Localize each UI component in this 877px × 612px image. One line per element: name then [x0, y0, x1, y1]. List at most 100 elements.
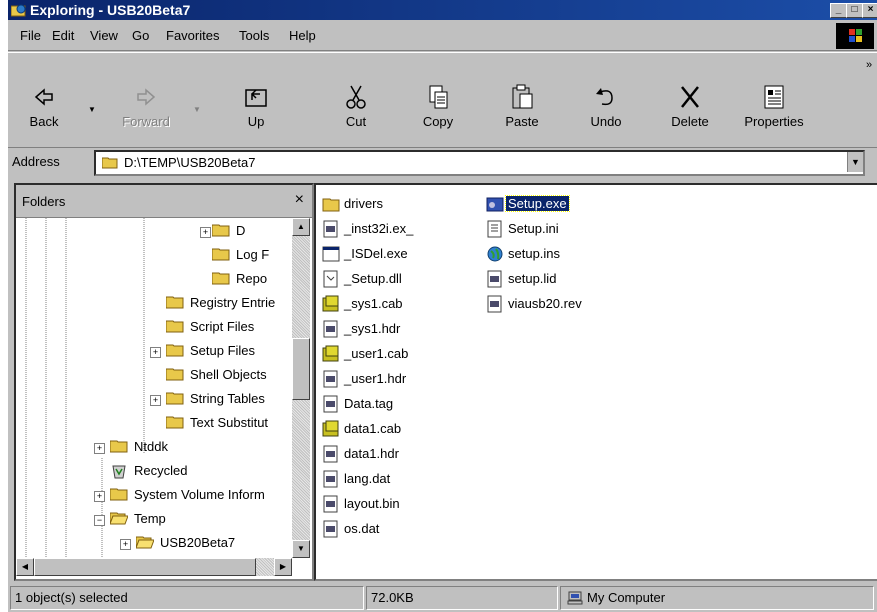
file-name: data1.cab	[344, 421, 402, 436]
paste-icon	[512, 84, 533, 109]
tree-label: Repo	[236, 271, 268, 286]
scroll-down-icon[interactable]: ▼	[292, 540, 310, 558]
status-location: My Computer	[560, 586, 874, 610]
file-name: _sys1.hdr	[344, 321, 401, 336]
undo-label: Undo	[590, 114, 622, 129]
properties-button[interactable]: Properties	[736, 81, 812, 139]
file-name: _inst32i.ex_	[344, 221, 414, 236]
status-selection: 1 object(s) selected	[10, 586, 364, 610]
tree-label: Ntddk	[134, 439, 168, 454]
explorer-icon	[11, 4, 26, 17]
back-dropdown-icon[interactable]: ▼	[88, 105, 96, 114]
window-title: Exploring - USB20Beta7	[30, 2, 191, 18]
file-name: data1.hdr	[344, 446, 399, 461]
my-computer-icon	[567, 591, 583, 605]
scissors-icon	[346, 85, 366, 109]
expand-toggle[interactable]: +	[150, 395, 161, 406]
folder-icon	[166, 344, 184, 357]
collapse-toggle[interactable]: −	[94, 515, 105, 526]
scroll-up-icon[interactable]: ▲	[292, 218, 310, 236]
scroll-thumb[interactable]	[292, 338, 310, 400]
menu-file[interactable]: File	[20, 28, 41, 43]
tree-label: Log F	[236, 247, 270, 262]
up-folder-icon	[245, 89, 267, 107]
tree-lines	[25, 218, 145, 558]
maximize-button[interactable]: □	[846, 3, 863, 18]
expand-toggle[interactable]: +	[200, 227, 211, 238]
address-value: D:\TEMP\USB20Beta7	[124, 155, 256, 170]
tree-label: Recycled	[134, 463, 188, 478]
menu-help[interactable]: Help	[289, 28, 316, 43]
title-bar[interactable]: Exploring - USB20Beta7 _ □ ×	[8, 0, 877, 20]
scroll-thumb-horizontal[interactable]	[34, 558, 256, 576]
close-folders-icon[interactable]: ×	[295, 191, 304, 209]
forward-label: Forward	[122, 114, 170, 129]
file-name: layout.bin	[344, 496, 400, 511]
close-button[interactable]: ×	[862, 3, 877, 18]
folder-icon	[166, 296, 184, 309]
folders-vertical-scrollbar[interactable]: ▲ ▼	[292, 218, 310, 558]
folders-title: Folders	[22, 194, 66, 209]
up-button[interactable]: Up	[226, 81, 286, 139]
undo-button[interactable]: Undo	[576, 81, 636, 139]
file-name: setup.lid	[508, 271, 557, 286]
toolbar-chevron-icon[interactable]: »	[866, 59, 872, 71]
menu-view[interactable]: View	[90, 28, 118, 43]
forward-dropdown-icon[interactable]: ▼	[193, 105, 201, 114]
file-name: Setup.exe	[505, 195, 570, 212]
file-icon	[487, 270, 502, 288]
file-list: drivers _inst32i.ex_ _ISDel.exe _Setup.d…	[314, 183, 877, 581]
menu-favorites[interactable]: Favorites	[166, 28, 219, 43]
folder-icon	[166, 320, 184, 333]
up-label: Up	[247, 114, 265, 129]
file-name: _sys1.cab	[344, 296, 403, 311]
minimize-button[interactable]: _	[830, 3, 847, 18]
status-selection-text: 1 object(s) selected	[15, 590, 128, 605]
cabinet-icon	[322, 420, 339, 437]
file-name: _ISDel.exe	[344, 246, 408, 261]
windows-logo-icon	[836, 23, 874, 49]
status-size-text: 72.0KB	[371, 590, 414, 605]
folder-icon	[166, 368, 184, 381]
copy-button[interactable]: Copy	[408, 81, 468, 139]
file-name: os.dat	[344, 521, 380, 536]
menu-tools[interactable]: Tools	[239, 28, 269, 43]
tree-label: Shell Objects	[190, 367, 267, 382]
menu-go[interactable]: Go	[132, 28, 149, 43]
folder-icon	[110, 440, 128, 453]
status-location-text: My Computer	[587, 590, 666, 605]
scroll-right-icon[interactable]: ▶	[274, 558, 292, 576]
copy-icon	[429, 85, 448, 109]
recycle-bin-icon	[112, 465, 126, 479]
address-dropdown-icon[interactable]: ▼	[847, 152, 863, 172]
back-button[interactable]: Back	[14, 81, 74, 139]
scroll-left-icon[interactable]: ◀	[16, 558, 34, 576]
expand-toggle[interactable]: +	[94, 443, 105, 454]
folder-icon	[166, 416, 184, 429]
file-name: viausb20.rev	[508, 296, 582, 311]
back-arrow-icon	[34, 88, 53, 106]
file-name: Data.tag	[344, 396, 394, 411]
file-name: _user1.hdr	[344, 371, 407, 386]
folders-horizontal-scrollbar[interactable]: ◀ ▶	[16, 558, 292, 576]
open-folder-icon	[136, 536, 154, 549]
tree-label: System Volume Inform	[134, 487, 265, 502]
tree-label: D	[236, 223, 246, 238]
file-icon	[487, 295, 502, 313]
file-name: Setup.ini	[508, 221, 559, 236]
paste-button[interactable]: Paste	[492, 81, 552, 139]
forward-button[interactable]: Forward	[116, 81, 176, 139]
open-folder-icon	[110, 512, 128, 525]
menu-edit[interactable]: Edit	[52, 28, 74, 43]
expand-toggle[interactable]: +	[150, 347, 161, 358]
expand-toggle[interactable]: +	[94, 491, 105, 502]
folder-icon	[212, 248, 230, 261]
explorer-window: Exploring - USB20Beta7 _ □ × File Edit V…	[8, 0, 877, 612]
address-input[interactable]: D:\TEMP\USB20Beta7 ▼	[94, 150, 865, 176]
folders-pane: Folders × + D Log F Repo Registry Entrie…	[14, 183, 314, 581]
undo-icon	[596, 88, 613, 106]
paste-label: Paste	[505, 114, 539, 129]
expand-toggle[interactable]: +	[120, 539, 131, 550]
delete-button[interactable]: Delete	[660, 81, 720, 139]
cut-button[interactable]: Cut	[326, 81, 386, 139]
